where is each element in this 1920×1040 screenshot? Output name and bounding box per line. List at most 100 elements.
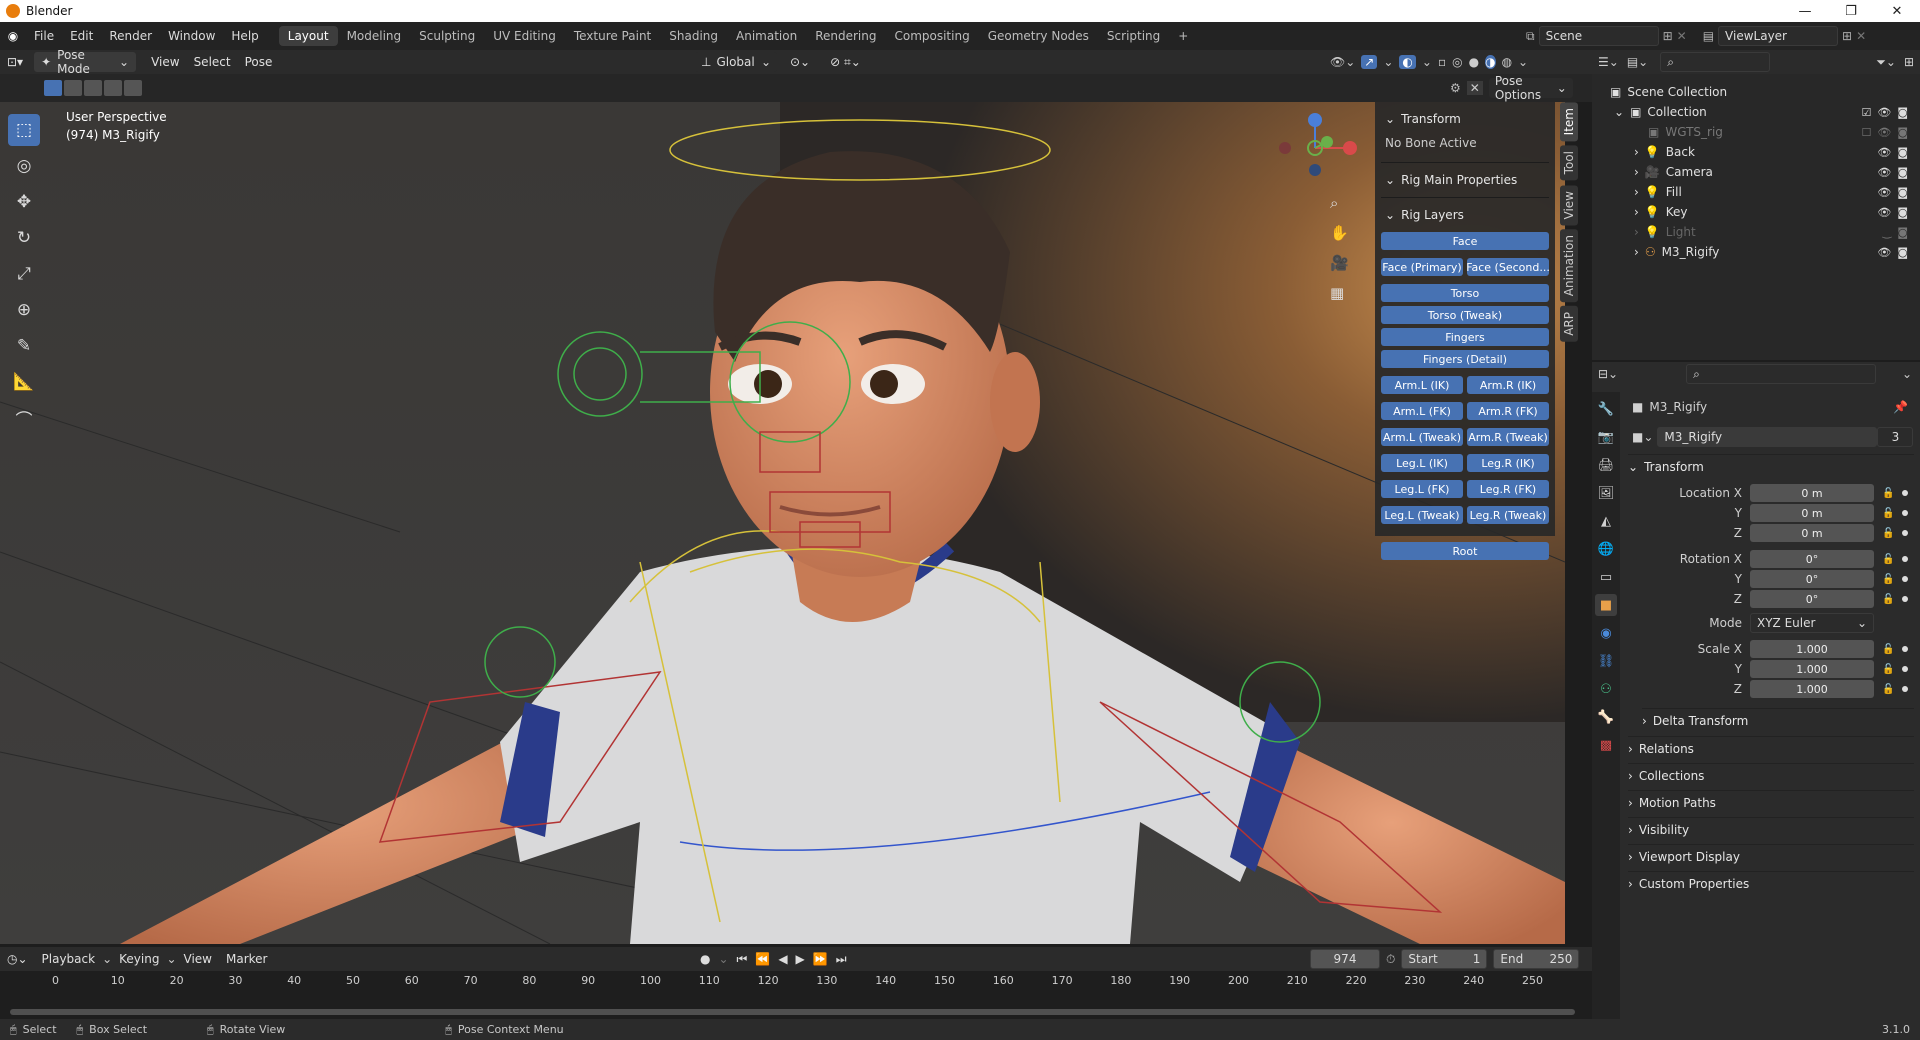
select-new-icon[interactable] — [44, 80, 62, 96]
outliner-row-m3-rigify[interactable]: › ⚇ M3_Rigify 👁 ◙ — [1592, 242, 1920, 262]
visibility-section-header[interactable]: › Visibility — [1628, 817, 1914, 841]
eye-icon[interactable]: 👁 — [1877, 246, 1891, 259]
3d-viewport[interactable]: ⌕ ✋ 🎥 ▦ — [0, 102, 1565, 944]
output-tab-icon[interactable]: 🖨 — [1595, 454, 1617, 476]
workspace-tab-compositing[interactable]: Compositing — [885, 26, 978, 46]
layer-arm-r-fk-button[interactable]: Arm.R (FK) — [1467, 402, 1549, 420]
ortho-grid-icon[interactable]: ▦ — [1330, 284, 1349, 302]
camera-icon[interactable]: ◙ — [1897, 166, 1908, 179]
transform-section-header[interactable]: ⌄ Transform — [1628, 454, 1914, 478]
keyframe-dot-icon[interactable] — [1902, 510, 1908, 516]
mode-selector[interactable]: ✦ Pose Mode ⌄ — [34, 48, 137, 76]
workspace-tab-geometry-nodes[interactable]: Geometry Nodes — [979, 26, 1098, 46]
collections-section-header[interactable]: › Collections — [1628, 763, 1914, 787]
location-z-field[interactable]: 0 m — [1750, 524, 1874, 542]
editor-type-icon[interactable]: ◷⌄ — [0, 949, 35, 969]
chevron-down-icon[interactable]: ⌄ — [1518, 55, 1528, 69]
menu-view[interactable]: View — [177, 949, 219, 969]
workspace-tab-rendering[interactable]: Rendering — [806, 26, 885, 46]
keyframe-dot-icon[interactable] — [1902, 666, 1908, 672]
datablock-browse-icon[interactable]: ■⌄ — [1632, 430, 1653, 444]
outliner-row-key[interactable]: › 💡 Key 👁 ◙ — [1592, 202, 1920, 222]
location-x-field[interactable]: 0 m — [1750, 484, 1874, 502]
tool-tab-icon[interactable]: 🔧 — [1595, 398, 1617, 420]
shading-rendered-icon[interactable]: ◍ — [1502, 55, 1512, 69]
menu-window[interactable]: Window — [160, 29, 223, 43]
chevron-down-icon[interactable]: ⌄ — [1422, 55, 1432, 69]
view-layer-tab-icon[interactable]: 🖼 — [1595, 482, 1617, 504]
jump-end-icon[interactable]: ⏭ — [836, 952, 847, 967]
overlay-toggle-icon[interactable]: ◐ — [1399, 55, 1416, 69]
end-frame-field[interactable]: End 250 — [1493, 949, 1580, 969]
outliner-row-camera[interactable]: › 🎥 Camera 👁 ◙ — [1592, 162, 1920, 182]
tab-view[interactable]: View — [1560, 184, 1578, 226]
eye-icon[interactable]: 👁 — [1877, 146, 1891, 159]
constraints-tab-icon[interactable]: ⛓ — [1595, 650, 1617, 672]
layer-arm-r-ik-button[interactable]: Arm.R (IK) — [1467, 376, 1549, 394]
camera-icon[interactable]: ◙ — [1897, 186, 1908, 199]
pose-options-icon[interactable]: ⚙ — [1450, 81, 1461, 95]
visibility-icon[interactable]: 👁⌄ — [1330, 55, 1355, 69]
jump-keyframe-back-icon[interactable]: ⏪ — [755, 952, 770, 966]
close-button[interactable]: ✕ — [1874, 0, 1920, 22]
viewport-display-section-header[interactable]: › Viewport Display — [1628, 844, 1914, 868]
current-frame-field[interactable]: 974 — [1310, 949, 1380, 969]
view-layer-icon[interactable]: ▤ — [1703, 29, 1714, 43]
eye-icon[interactable]: 👁 — [1877, 166, 1891, 179]
lock-icon[interactable]: 🔓 — [1882, 594, 1896, 605]
shading-wireframe-icon[interactable]: ◎ — [1452, 55, 1462, 69]
new-view-layer-icon[interactable]: ⊞ — [1842, 29, 1852, 43]
editor-type-icon[interactable]: ⊟⌄ — [1598, 367, 1618, 381]
bone-tab-icon[interactable]: 🦴 — [1595, 706, 1617, 728]
scale-y-field[interactable]: 1.000 — [1750, 660, 1874, 678]
pivot-point-icon[interactable]: ⊙⌄ — [783, 52, 817, 72]
lock-icon[interactable]: 🔓 — [1882, 528, 1896, 539]
xray-icon[interactable]: ▫ — [1438, 55, 1446, 69]
layer-arm-l-ik-button[interactable]: Arm.L (IK) — [1381, 376, 1463, 394]
scale-tool-icon[interactable]: ⤢ — [8, 258, 40, 290]
scene-icon[interactable]: ⧉ — [1526, 29, 1535, 44]
custom-properties-section-header[interactable]: › Custom Properties — [1628, 871, 1914, 895]
outliner-row-scene-collection[interactable]: ▣ Scene Collection — [1592, 82, 1920, 102]
menu-select[interactable]: Select — [187, 52, 238, 72]
datablock-users[interactable]: 3 — [1877, 427, 1914, 447]
eye-closed-icon[interactable]: ‿ — [1882, 226, 1891, 239]
menu-help[interactable]: Help — [223, 29, 266, 43]
chevron-down-icon[interactable]: ⌄ — [1902, 367, 1912, 381]
world-tab-icon[interactable]: 🌐 — [1595, 538, 1617, 560]
scene-tab-icon[interactable]: ◭ — [1595, 510, 1617, 532]
layer-arm-r-tweak-button[interactable]: Arm.R (Tweak) — [1467, 428, 1549, 446]
view-layer-selector[interactable]: ViewLayer — [1718, 26, 1839, 46]
scale-z-field[interactable]: 1.000 — [1750, 680, 1874, 698]
lock-icon[interactable]: 🔓 — [1882, 488, 1896, 499]
menu-marker[interactable]: Marker — [219, 949, 274, 969]
location-y-field[interactable]: 0 m — [1750, 504, 1874, 522]
rotation-y-field[interactable]: 0° — [1750, 570, 1874, 588]
cursor-tool-icon[interactable]: ◎ — [8, 150, 40, 182]
layer-face-secondary-button[interactable]: Face (Second... — [1467, 258, 1549, 276]
lock-icon[interactable]: 🔓 — [1882, 644, 1896, 655]
eye-icon[interactable]: 👁 — [1877, 206, 1891, 219]
scale-x-field[interactable]: 1.000 — [1750, 640, 1874, 658]
shading-material-icon[interactable]: ◑ — [1485, 55, 1496, 69]
pose-options-dropdown[interactable]: Pose Options ⌄ — [1488, 74, 1573, 102]
keyframe-dot-icon[interactable] — [1902, 686, 1908, 692]
rig-main-header[interactable]: ⌄ Rig Main Properties — [1381, 167, 1549, 193]
pin-icon[interactable]: 📌 — [1893, 400, 1908, 414]
move-tool-icon[interactable]: ✥ — [8, 186, 40, 218]
menu-file[interactable]: File — [26, 29, 62, 43]
remove-view-layer-icon[interactable]: ✕ — [1856, 29, 1866, 43]
outliner-row-fill[interactable]: › 💡 Fill 👁 ◙ — [1592, 182, 1920, 202]
preview-range-clock-icon[interactable]: ⏱ — [1386, 952, 1395, 967]
transform-tool-icon[interactable]: ⊕ — [8, 294, 40, 326]
eye-icon[interactable]: 👁 — [1877, 186, 1891, 199]
camera-icon[interactable]: ◙ — [1897, 106, 1908, 119]
chevron-down-icon[interactable]: ⌄ — [1383, 55, 1393, 69]
texture-tab-icon[interactable]: ▩ — [1595, 734, 1617, 756]
lock-icon[interactable]: 🔓 — [1882, 554, 1896, 565]
add-workspace-button[interactable]: + — [1169, 26, 1197, 46]
relax-pose-tool-icon[interactable]: ⌒ — [8, 402, 40, 434]
close-icon[interactable]: ✕ — [1466, 81, 1483, 95]
layer-root-button[interactable]: Root — [1381, 542, 1549, 560]
timeline-track-area[interactable]: 0 10 20 30 40 50 60 70 80 90 100 110 120 130 140 150 160… — [0, 971, 1592, 1019]
